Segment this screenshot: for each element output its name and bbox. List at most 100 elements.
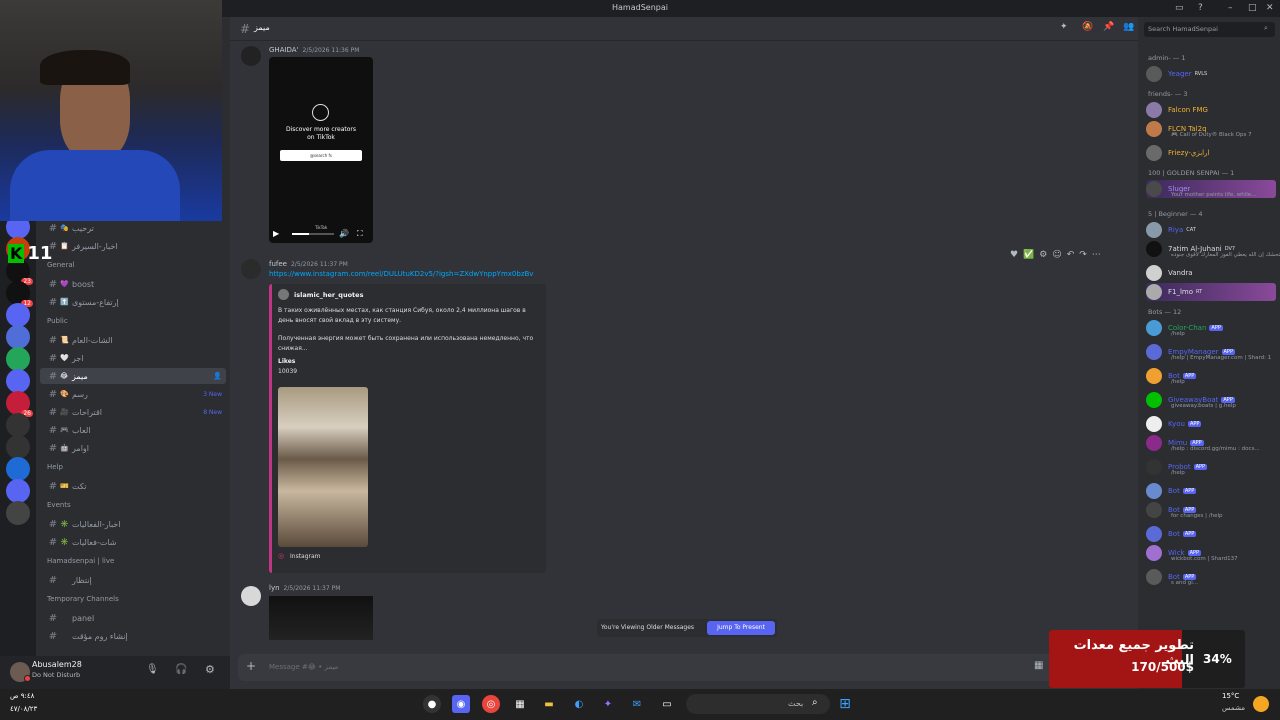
server-icon[interactable]: [6, 435, 30, 459]
member-item[interactable]: GiveawayBoat APP giveaway.boats | g.help: [1146, 391, 1276, 409]
server-icon[interactable]: [6, 347, 30, 371]
member-item[interactable]: Yeager RVLS: [1146, 65, 1276, 83]
channel-item[interactable]: # 🎫 تكت: [40, 478, 226, 494]
add-attachment-icon[interactable]: +: [246, 659, 256, 673]
channel-item[interactable]: # panel: [40, 610, 226, 626]
message-author[interactable]: fufee 2/5/2026 11:37 PM: [269, 260, 348, 268]
server-icon[interactable]: [6, 501, 30, 525]
member-item[interactable]: Color-Chan APP/help: [1146, 319, 1276, 337]
channel-item[interactable]: # 🎥 اقتراحات 8 New: [40, 404, 226, 420]
message-author[interactable]: lyn 2/5/2026 11:37 PM: [269, 584, 340, 592]
server-icon[interactable]: [6, 479, 30, 503]
message-author[interactable]: GHAIDA' 2/5/2026 11:36 PM: [269, 46, 359, 54]
channel-item[interactable]: # 🤍 اجر: [40, 350, 226, 366]
help-icon[interactable]: ?: [1198, 3, 1203, 13]
store-icon[interactable]: ▦: [511, 695, 529, 713]
member-item[interactable]: FLCN Tal2q 🎮 Call of Duty® Black Ops 7: [1146, 120, 1276, 138]
pin-icon[interactable]: 📌: [1103, 22, 1114, 32]
video-embed[interactable]: [269, 596, 373, 640]
avatar[interactable]: [241, 46, 261, 66]
channel-item[interactable]: # 🤖 اوامر: [40, 440, 226, 456]
channel-item[interactable]: # 🎨 رسم 3 New: [40, 386, 226, 402]
settings-gear-icon[interactable]: ⚙: [205, 663, 215, 676]
search-input[interactable]: Search HamadSenpai ⌕: [1144, 22, 1275, 37]
minimize-button[interactable]: –: [1228, 3, 1233, 13]
microphone-icon[interactable]: 🎙: [146, 664, 159, 675]
terminal-icon[interactable]: ▭: [658, 695, 676, 713]
notifications-icon[interactable]: 🔕: [1082, 22, 1093, 32]
member-item[interactable]: 7atim Al-Juhani DV7 ستحشك إن الله يعطي الف…: [1146, 240, 1280, 258]
chrome-icon[interactable]: ◎: [482, 695, 500, 713]
member-item[interactable]: Wick APP wickbot.com | Shard137: [1146, 544, 1276, 562]
member-item[interactable]: Bot APP s and gi...: [1146, 568, 1276, 586]
obs-icon[interactable]: ●: [423, 695, 441, 713]
server-icon[interactable]: [6, 369, 30, 393]
avatar[interactable]: [241, 259, 261, 279]
member-item[interactable]: Bot APP: [1146, 482, 1276, 500]
message-composer[interactable]: + Message #😂 • ميمز ▦: [238, 654, 1130, 681]
member-item[interactable]: Mimu APP/help : discord.gg/mimu : docs...: [1146, 434, 1276, 452]
message-input[interactable]: Message #😂 • ميمز: [269, 663, 338, 671]
member-item[interactable]: Friezy-ارابزي: [1146, 144, 1276, 162]
member-item[interactable]: F1_lmo RT: [1146, 283, 1276, 301]
threads-icon[interactable]: ✦: [1060, 22, 1068, 32]
member-item[interactable]: EmpyManager APP/help | EmpyManager.com | …: [1146, 343, 1276, 361]
channel-item[interactable]: # ✳️ اخبار-الفعاليات: [40, 516, 226, 532]
server-icon[interactable]: [6, 457, 30, 481]
member-item[interactable]: Kyou APP: [1146, 415, 1276, 433]
channel-item[interactable]: # 💜 boost: [40, 276, 226, 292]
server-icon[interactable]: [6, 325, 30, 349]
message-actions-toolbar[interactable]: ♥✅⚙☺↶↷⋯: [1010, 250, 1106, 260]
category-header[interactable]: Public: [47, 317, 68, 325]
member-item[interactable]: Bot APP: [1146, 525, 1276, 543]
channel-item[interactable]: # 🎮 العاب: [40, 422, 226, 438]
copilot-icon[interactable]: ✦: [599, 695, 617, 713]
volume-icon[interactable]: 🔊: [339, 229, 349, 238]
member-item[interactable]: Vandra: [1146, 264, 1276, 282]
edge-icon[interactable]: ◐: [570, 695, 588, 713]
video-progress-track[interactable]: [292, 233, 334, 235]
category-header[interactable]: Help: [47, 463, 63, 471]
member-item[interactable]: Sluger Your mother paints life, while...: [1146, 180, 1276, 198]
channel-item[interactable]: # 📜 الشات-العام: [40, 332, 226, 348]
embed-author[interactable]: islamic_her_quotes: [294, 291, 363, 299]
avatar[interactable]: [241, 586, 261, 606]
play-icon[interactable]: ▶: [273, 229, 279, 238]
file-explorer-icon[interactable]: ▬: [540, 695, 558, 713]
member-item[interactable]: Riya CAT: [1146, 221, 1276, 239]
channel-item[interactable]: # 📋 اخبار-السيرفر: [40, 238, 226, 254]
app-launcher-icon[interactable]: ▦: [1034, 660, 1043, 671]
member-item[interactable]: Bot APP/help: [1146, 367, 1276, 385]
maximize-button[interactable]: □: [1248, 3, 1257, 13]
taskbar-search[interactable]: بحث ⌕: [686, 694, 830, 714]
mail-icon[interactable]: ✉: [628, 695, 646, 713]
category-header[interactable]: Hamadsenpai | live: [47, 557, 114, 565]
category-header[interactable]: Temporary Channels: [47, 595, 119, 603]
member-item[interactable]: Bot APP for changes | /help: [1146, 501, 1276, 519]
channel-item[interactable]: # 🎭 ترحيب: [40, 220, 226, 236]
server-icon[interactable]: 12: [6, 281, 33, 307]
message-link[interactable]: https://www.instagram.com/reel/DULUtuKD2…: [269, 270, 533, 278]
channel-item[interactable]: # ⬆️ إرتفاع-مستوى: [40, 294, 226, 310]
jump-to-present-button[interactable]: Jump To Present: [707, 621, 775, 635]
member-list-icon[interactable]: 👥: [1123, 22, 1134, 32]
category-header[interactable]: Events: [47, 501, 71, 509]
server-icon[interactable]: [6, 303, 30, 327]
windows-start-icon[interactable]: ⊞: [836, 695, 854, 713]
close-button[interactable]: ✕: [1266, 3, 1274, 13]
discord-icon[interactable]: ◉: [452, 695, 470, 713]
headphones-icon[interactable]: 🎧: [175, 664, 187, 675]
member-item[interactable]: Probot APP/help: [1146, 458, 1276, 476]
add-member-icon[interactable]: 👤: [213, 372, 222, 380]
channel-item[interactable]: # إنشاء روم مؤقت: [40, 628, 226, 644]
channel-item[interactable]: # ✳️ شات-فعاليات: [40, 534, 226, 550]
server-icon[interactable]: 26: [6, 391, 33, 417]
channel-item[interactable]: # 😂 ميمز 👤: [40, 368, 226, 384]
tiktok-video-embed[interactable]: Discover more creators on TikTok @search…: [269, 57, 373, 243]
member-item[interactable]: Falcon FMG: [1146, 101, 1276, 119]
inbox-icon[interactable]: ▭: [1175, 3, 1184, 13]
embed-image[interactable]: [278, 387, 368, 547]
channel-item[interactable]: # إنتظار: [40, 572, 226, 588]
fullscreen-icon[interactable]: ⛶: [357, 229, 363, 239]
server-icon[interactable]: [6, 413, 30, 437]
